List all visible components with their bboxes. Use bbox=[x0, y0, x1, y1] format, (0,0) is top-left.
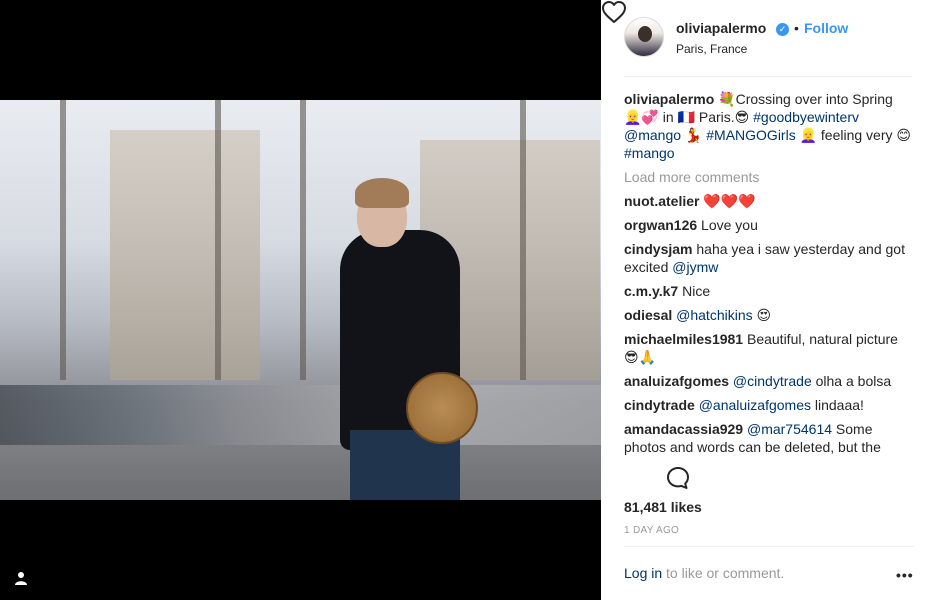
login-link[interactable]: Log in bbox=[624, 565, 662, 581]
tree-trunk bbox=[520, 100, 526, 380]
caption-text: 👱‍♀️ feeling very 😊 bbox=[795, 127, 911, 143]
post-media bbox=[0, 0, 601, 600]
verified-badge-icon: ✓ bbox=[776, 23, 789, 36]
comment-text: 😍 bbox=[752, 307, 772, 323]
hashtag-link[interactable]: #MANGOGirls bbox=[706, 127, 795, 143]
location-link[interactable]: Paris, France bbox=[676, 42, 747, 56]
comment-row: orgwan126 Love you bbox=[624, 216, 914, 234]
mention-link[interactable]: @hatchikins bbox=[676, 307, 752, 323]
avatar[interactable] bbox=[624, 17, 664, 57]
comment-row: cindytrade @analuizafgomes lindaaa! bbox=[624, 396, 914, 414]
post-sidebar: oliviapalermo ✓ • Follow Paris, France o… bbox=[601, 0, 937, 600]
comment-text: ❤️❤️❤️ bbox=[699, 193, 756, 209]
comment-username[interactable]: amandacassia929 bbox=[624, 421, 743, 437]
hashtag-link[interactable]: #goodbyewinterv bbox=[753, 109, 859, 125]
comment-text: Nice bbox=[678, 283, 711, 299]
tree-trunk bbox=[300, 100, 306, 380]
load-more-comments-button[interactable]: Load more comments bbox=[624, 168, 914, 186]
building-left bbox=[110, 130, 260, 380]
mention-link[interactable]: @mar754614 bbox=[747, 421, 832, 437]
comment-row: nuot.atelier ❤️❤️❤️ bbox=[624, 192, 914, 210]
mention-link[interactable]: @cindytrade bbox=[733, 373, 812, 389]
comment-row: analuizafgomes @cindytrade olha a bolsa bbox=[624, 372, 914, 390]
more-options-icon[interactable]: ••• bbox=[896, 567, 913, 583]
caption: oliviapalermo 💐Crossing over into Spring… bbox=[624, 90, 914, 162]
post-header: oliviapalermo ✓ • Follow Paris, France bbox=[624, 17, 912, 77]
tree-trunk bbox=[215, 100, 221, 380]
hashtag-link[interactable]: #mango bbox=[624, 145, 675, 161]
mention-link[interactable]: @analuizafgomes bbox=[699, 397, 811, 413]
post-photo[interactable] bbox=[0, 100, 601, 500]
tagged-user-icon[interactable] bbox=[14, 571, 28, 585]
comment-footer: Log in to like or comment. ••• bbox=[624, 546, 914, 600]
separator-dot: • bbox=[794, 20, 799, 36]
comment-username[interactable]: cindysjam bbox=[624, 241, 692, 257]
comment-text: lindaaa! bbox=[810, 397, 864, 413]
username-link[interactable]: oliviapalermo bbox=[676, 20, 766, 36]
person-hair bbox=[355, 178, 409, 208]
comment-text: Love you bbox=[697, 217, 758, 233]
follow-button[interactable]: Follow bbox=[804, 20, 848, 36]
comment-username[interactable]: analuizafgomes bbox=[624, 373, 729, 389]
likes-count[interactable]: 81,481 likes bbox=[624, 499, 702, 515]
comment-bubble-icon[interactable] bbox=[666, 466, 690, 490]
comment-container: nuot.atelier ❤️❤️❤️ orgwan126 Love you cin… bbox=[624, 192, 914, 456]
post-actions bbox=[624, 466, 694, 490]
login-prompt: Log in to like or comment. bbox=[624, 565, 784, 581]
comment-text: olha a bolsa bbox=[811, 373, 892, 389]
caption-username[interactable]: oliviapalermo bbox=[624, 91, 714, 107]
caption-text: 💃 bbox=[681, 127, 707, 143]
comment-username[interactable]: odiesal bbox=[624, 307, 672, 323]
woven-bag bbox=[406, 372, 478, 444]
comment-username[interactable]: michaelmiles1981 bbox=[624, 331, 743, 347]
tree-trunk bbox=[60, 100, 66, 380]
comment-row: odiesal @hatchikins 😍 bbox=[624, 306, 914, 324]
comment-row: cindysjam haha yea i saw yesterday and g… bbox=[624, 240, 914, 276]
login-prompt-text: to like or comment. bbox=[662, 565, 785, 581]
comment-row: c.m.y.k7 Nice bbox=[624, 282, 914, 300]
parked-cars bbox=[0, 385, 601, 445]
comment-username[interactable]: orgwan126 bbox=[624, 217, 697, 233]
comment-row: amandacassia929 @mar754614 Some photos a… bbox=[624, 420, 914, 456]
comment-row: michaelmiles1981 Beautiful, natural pict… bbox=[624, 330, 914, 366]
comments-list[interactable]: oliviapalermo 💐Crossing over into Spring… bbox=[624, 90, 914, 456]
post-timestamp: 1 DAY AGO bbox=[624, 525, 680, 536]
comment-username[interactable]: cindytrade bbox=[624, 397, 695, 413]
like-heart-icon[interactable] bbox=[601, 0, 627, 24]
mention-link[interactable]: @jymw bbox=[672, 259, 718, 275]
comment-username[interactable]: nuot.atelier bbox=[624, 193, 699, 209]
comment-username[interactable]: c.m.y.k7 bbox=[624, 283, 678, 299]
mention-link[interactable]: @mango bbox=[624, 127, 681, 143]
